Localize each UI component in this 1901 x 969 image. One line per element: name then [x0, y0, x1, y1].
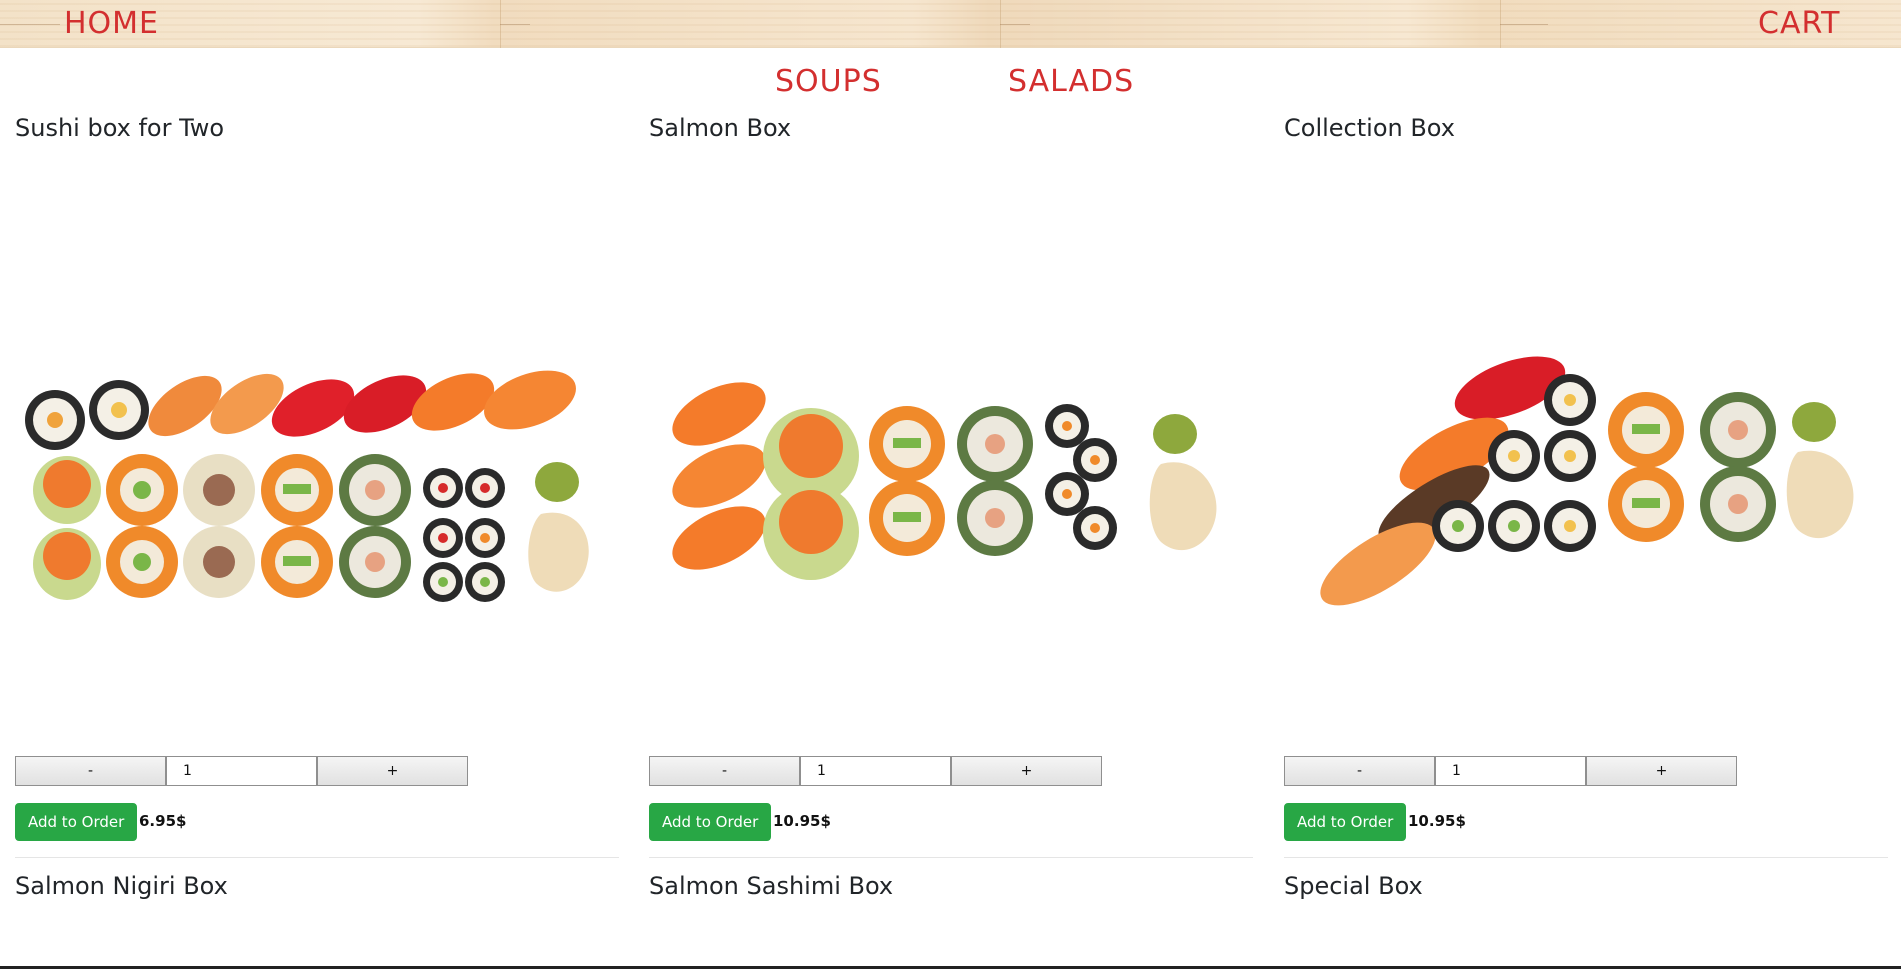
quantity-stepper: - +: [15, 756, 468, 786]
quantity-stepper: - +: [649, 756, 1102, 786]
nav-soups-link[interactable]: SOUPS: [775, 64, 882, 99]
quantity-input[interactable]: [1435, 756, 1586, 786]
product-card: Sushi box for Two - 1 + Add to Order 6.9…: [15, 114, 619, 934]
nav-cart-link[interactable]: CART: [1758, 6, 1840, 41]
decrease-quantity-button[interactable]: -: [1284, 756, 1435, 786]
quantity-input[interactable]: [166, 756, 317, 786]
salmon-box-image: [672, 382, 1217, 580]
top-header-bar: [0, 0, 1901, 48]
add-to-order-button[interactable]: Add to Order: [649, 803, 772, 841]
wood-grain: [500, 24, 530, 25]
wood-grain: [1500, 24, 1548, 25]
product-title: Salmon Sashimi Box: [649, 872, 894, 900]
add-to-order-button[interactable]: Add to Order: [15, 803, 138, 841]
quantity-input[interactable]: [800, 756, 951, 786]
nav-home-link[interactable]: HOME: [64, 6, 159, 41]
product-price: 10.95$: [1408, 812, 1466, 830]
divider: [649, 857, 1253, 858]
add-to-order-button[interactable]: Add to Order: [1284, 803, 1407, 841]
product-title: Salmon Box: [649, 114, 792, 142]
nav-salads-link[interactable]: SALADS: [1008, 64, 1134, 99]
product-price: 10.95$: [773, 812, 831, 830]
decrease-quantity-button[interactable]: -: [649, 756, 800, 786]
increase-quantity-button[interactable]: +: [951, 756, 1102, 786]
product-title: Special Box: [1284, 872, 1423, 900]
increase-quantity-button[interactable]: +: [1586, 756, 1737, 786]
product-card: Salmon Box - + Add to Order 10.95$ Salmo…: [649, 114, 1253, 934]
increase-quantity-button[interactable]: +: [317, 756, 468, 786]
product-title: Collection Box: [1284, 114, 1455, 142]
collection-box-image: [1320, 356, 1854, 606]
wood-grain: [1000, 24, 1030, 25]
quantity-stepper: - +: [1284, 756, 1737, 786]
decrease-quantity-button[interactable]: -: [15, 756, 166, 786]
product-title: Sushi box for Two: [15, 114, 225, 142]
product-card: Collection Box - + Add to Order 10.95$ S…: [1284, 114, 1888, 934]
divider: [1284, 857, 1888, 858]
wood-grain: [0, 24, 60, 25]
divider: [15, 857, 619, 858]
sushi-box-image: [25, 370, 589, 602]
product-price: 6.95$: [139, 812, 187, 830]
product-title: Salmon Nigiri Box: [15, 872, 228, 900]
